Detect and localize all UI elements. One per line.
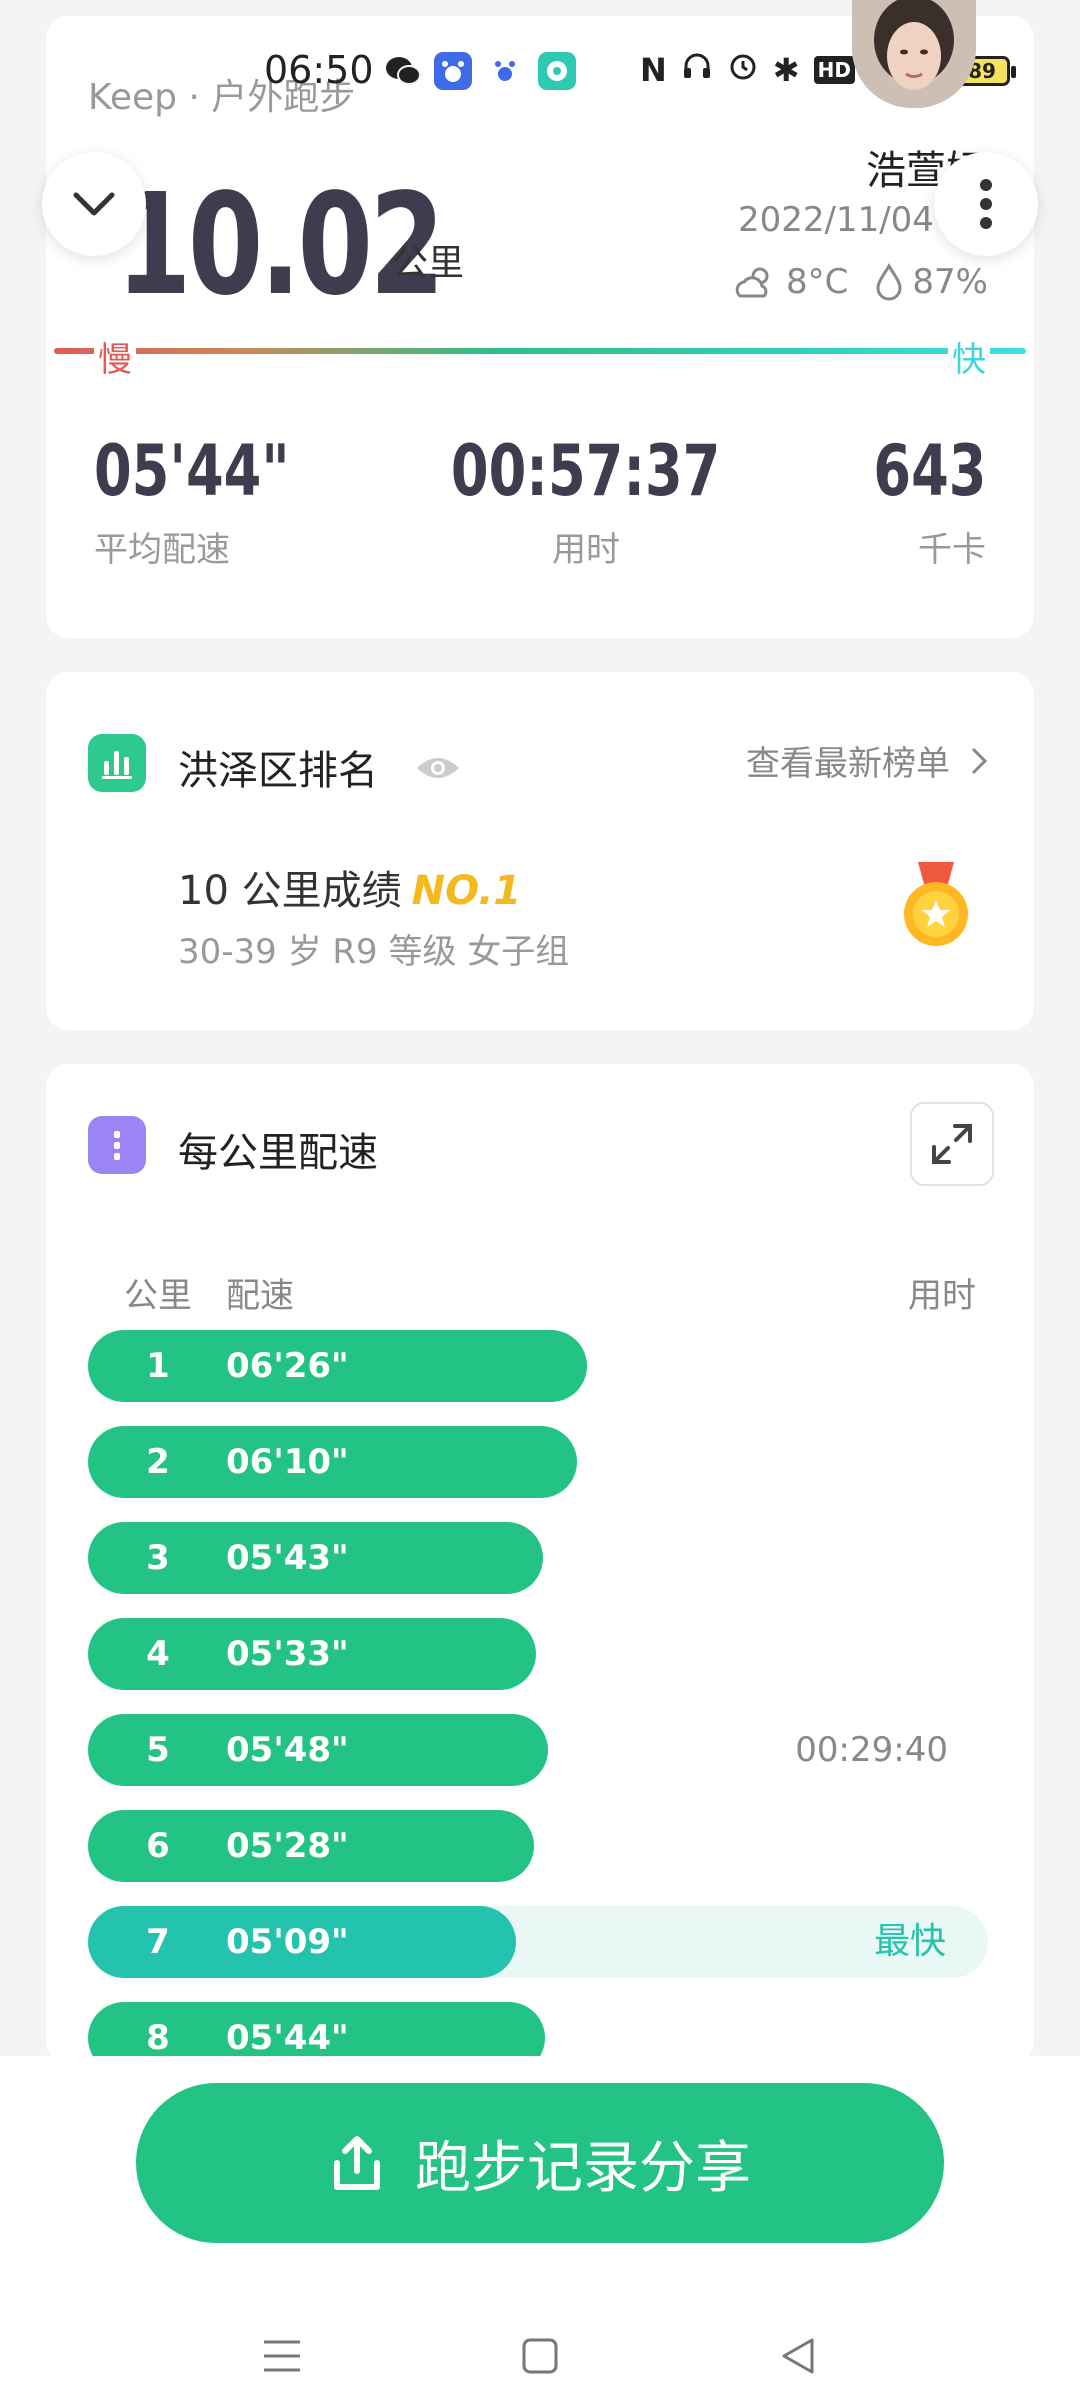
- speed-fast-label: 快: [948, 332, 990, 381]
- pace-title: 每公里配速: [178, 1130, 378, 1176]
- wechat-icon: [384, 52, 422, 90]
- more-vertical-icon: [980, 179, 992, 229]
- pace-row: 4 05'33": [88, 1618, 988, 1690]
- weather: 8°C 87%: [732, 262, 988, 302]
- back-triangle-icon: [782, 2338, 814, 2374]
- menu-nav-button[interactable]: [252, 2326, 312, 2386]
- column-pace: 配速: [226, 1276, 294, 1316]
- pace-row: 5 05'48" 00:29:40: [88, 1714, 988, 1786]
- stat-label: 用时: [552, 530, 620, 570]
- share-label: 跑步记录分享: [415, 2135, 751, 2201]
- temperature: 8°C: [786, 262, 849, 302]
- column-time: 用时: [908, 1276, 976, 1316]
- stat-duration: 00:57:37 用时: [416, 430, 756, 571]
- ranking-title: 洪泽区排名: [178, 748, 378, 794]
- pace-km: 1: [146, 1346, 170, 1386]
- baidu-map-icon: [486, 52, 524, 90]
- stat-avg-pace: 05'44" 平均配速: [94, 430, 321, 571]
- chevron-right-icon: [971, 747, 988, 774]
- stat-value: 05'44": [94, 430, 290, 512]
- pace-icon: [88, 1116, 146, 1174]
- humidity-icon: [876, 263, 902, 301]
- pace-km: 2: [146, 1442, 170, 1482]
- stat-value: 643: [872, 430, 986, 512]
- pace-km: 5: [146, 1730, 170, 1770]
- expand-button[interactable]: [910, 1102, 994, 1186]
- pace-row: 3 05'43": [88, 1522, 988, 1594]
- stat-value: 00:57:37: [451, 430, 721, 512]
- pace-km: 4: [146, 1634, 170, 1674]
- pace-km: 3: [146, 1538, 170, 1578]
- navigation-bar: [0, 2326, 1080, 2396]
- pace-row: 1 06'26": [88, 1330, 988, 1402]
- headphones-icon: [681, 50, 713, 90]
- chevron-down-icon: [73, 192, 115, 216]
- humidity: 87%: [912, 262, 988, 302]
- pace-card: 每公里配速 公里 配速 用时 1 06'26" 2 06'10" 3 05'43" 4 05'…: [46, 1064, 1034, 2074]
- bluetooth-icon: ✱: [772, 51, 800, 89]
- alarm-icon: [727, 50, 759, 90]
- pace-row: 6 05'28": [88, 1810, 988, 1882]
- cloudy-sun-icon: [735, 267, 769, 298]
- stat-calories: 643 千卡: [855, 430, 986, 571]
- distance-unit: 公里: [392, 243, 465, 284]
- pace-value: 06'10": [226, 1442, 349, 1482]
- collapse-button[interactable]: [42, 152, 146, 256]
- pace-row: 7 05'09" 最快: [88, 1906, 988, 1978]
- expand-icon: [932, 1124, 972, 1164]
- view-leaderboard-link[interactable]: 查看最新榜单: [746, 736, 988, 785]
- pace-cumulative-time: 00:29:40: [795, 1730, 948, 1770]
- more-button[interactable]: [934, 152, 1038, 256]
- pace-value: 05'33": [226, 1634, 349, 1674]
- column-km: 公里: [124, 1276, 192, 1316]
- nfc-icon: N: [640, 51, 667, 89]
- fastest-label: 最快: [873, 1921, 946, 1962]
- stat-label: 千卡: [918, 530, 986, 570]
- rank-result: 10 公里成绩 NO.1: [178, 858, 521, 916]
- back-nav-button[interactable]: [768, 2326, 828, 2386]
- speed-gradient-bar: [54, 348, 1026, 354]
- baidu-icon: [434, 52, 472, 90]
- pace-km: 6: [146, 1826, 170, 1866]
- menu-icon: [264, 2340, 300, 2372]
- hd-icon: HD: [813, 56, 855, 84]
- view-leaderboard-label: 查看最新榜单: [746, 744, 950, 784]
- pace-km: 7: [146, 1922, 170, 1962]
- home-nav-button[interactable]: [510, 2326, 570, 2386]
- ranking-card[interactable]: 洪泽区排名 查看最新榜单 10 公里成绩 NO.1 30-39 岁 R9 等级 女…: [46, 672, 1034, 1030]
- bar-chart-icon: [88, 734, 146, 792]
- pace-row: 2 06'10": [88, 1426, 988, 1498]
- status-time: 06:50: [264, 48, 374, 92]
- pace-value: 05'09": [226, 1922, 349, 1962]
- eye-icon[interactable]: [414, 752, 462, 784]
- rank-group: 30-39 岁 R9 等级 女子组: [178, 932, 570, 972]
- speed-slow-label: 慢: [94, 332, 136, 381]
- pace-value: 05'28": [226, 1826, 349, 1866]
- share-icon: [334, 2136, 380, 2190]
- share-run-button[interactable]: 跑步记录分享: [136, 2083, 944, 2243]
- stat-label: 平均配速: [94, 530, 230, 570]
- pace-value: 05'48": [226, 1730, 349, 1770]
- pace-value: 05'43": [226, 1538, 349, 1578]
- pace-value: 06'26": [226, 1346, 349, 1386]
- home-square-icon: [522, 2338, 558, 2374]
- rank-number: NO.1: [411, 868, 522, 914]
- bottom-panel: 跑步记录分享: [0, 2056, 1080, 2400]
- rank-result-label: 10 公里成绩: [178, 868, 402, 914]
- chat-app-icon: [538, 52, 576, 90]
- gold-medal-icon: [900, 862, 972, 954]
